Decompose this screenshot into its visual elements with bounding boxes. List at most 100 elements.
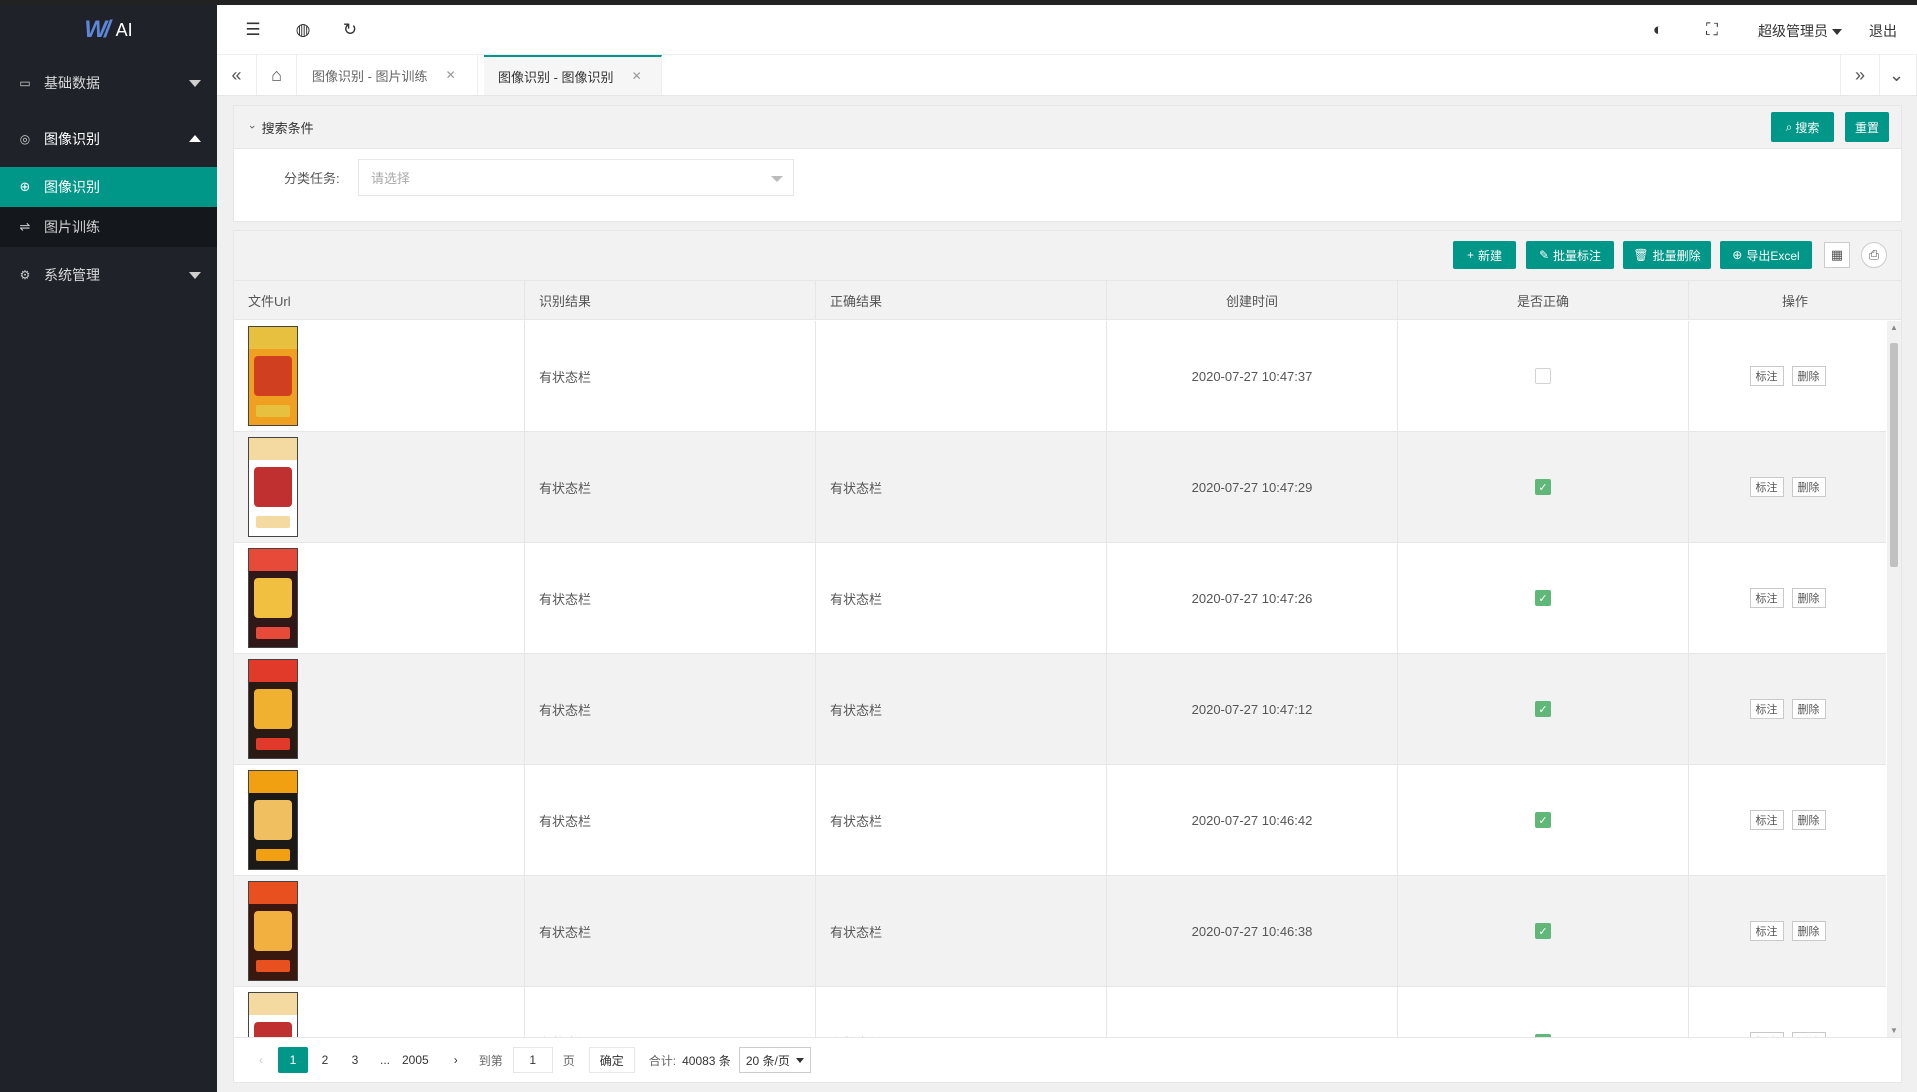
cell-correct: 有状态栏 [816,876,1107,986]
batch-delete-button[interactable]: 🗑 批量删除 [1623,241,1711,269]
menu-group-label: 系统管理 [44,267,100,283]
delete-button[interactable]: 删除 [1791,921,1826,941]
refresh-icon[interactable]: ↻ [339,19,361,41]
table-scrollbar[interactable]: ▲ ▼ [1887,321,1901,1037]
tab-image-training[interactable]: 图像识别 - 图片训练 ✕ [298,55,478,95]
tab-image-recognition[interactable]: 图像识别 - 图像识别 ✕ [484,55,662,95]
tabs-scroll-left-icon[interactable]: « [217,55,257,95]
scroll-thumb[interactable] [1890,343,1898,567]
chevron-down-icon [189,80,201,87]
label-button[interactable]: 标注 [1749,366,1784,386]
batch-label-button[interactable]: ✎ 批量标注 [1526,241,1614,269]
delete-button[interactable]: 删除 [1791,588,1826,608]
is-correct-checkbox[interactable]: ✓ [1535,812,1551,828]
page-size-select[interactable]: 20 条/页 [738,1047,811,1073]
close-icon[interactable]: ✕ [632,69,642,83]
table-toolbar: + 新建 ✎ 批量标注 🗑 批量删除 ⊕ 导出Excel ▦ ⎙ [234,231,1901,281]
delete-button[interactable]: 删除 [1791,366,1826,386]
table-row[interactable]: 有状态栏 有状态栏 2020-07-27 10:46:38 ✓ 标注 删除 [234,876,1886,987]
table-row[interactable]: 有状态栏有状态栏2020-07-27 10:46:37✓标注删除 [234,987,1886,1037]
next-page-icon[interactable]: › [443,1047,469,1073]
label-button[interactable]: 标注 [1749,810,1784,830]
thumbnail-part [249,549,297,571]
page-1[interactable]: 1 [278,1047,308,1073]
columns-icon[interactable]: ▦ [1824,242,1850,268]
column-header-file-url: 文件Url [234,281,525,320]
label-button[interactable]: 标注 [1749,588,1784,608]
menu-group-label: 图像识别 [44,131,100,147]
scroll-up-icon[interactable]: ▲ [1890,323,1898,332]
page-unit: 页 [562,1053,575,1068]
reset-button[interactable]: 重置 [1845,112,1889,142]
thumbnail-image[interactable] [248,992,298,1037]
is-correct-checkbox[interactable]: ✓ [1535,479,1551,495]
is-correct-checkbox[interactable]: ✓ [1535,590,1551,606]
batch-delete-button-label: 批量删除 [1652,248,1701,263]
table-row[interactable]: 有状态栏 有状态栏 2020-07-27 10:47:12 ✓ 标注 删除 [234,654,1886,765]
table-row[interactable]: 有状态栏 有状态栏 2020-07-27 10:46:42 ✓ 标注 删除 [234,765,1886,876]
table-row[interactable]: 有状态栏 有状态栏 2020-07-27 10:47:26 ✓ 标注 删除 [234,543,1886,654]
label-button[interactable]: 标注 [1749,477,1784,497]
close-icon[interactable]: ✕ [446,68,456,82]
cell-actions: 标注删除 [1689,432,1886,542]
print-icon[interactable]: ⎙ [1861,242,1887,268]
cell-actions: 标注删除 [1689,876,1886,986]
thumbnail-part [256,960,290,973]
thumbnail-image[interactable] [248,548,298,648]
table-row[interactable]: 有状态栏 有状态栏 2020-07-27 10:47:29 ✓ 标注 删除 [234,432,1886,543]
search-panel: › 搜索条件 ⌕ 搜索 重置 分类任务: 请选择 [233,105,1902,222]
search-panel-header[interactable]: › 搜索条件 ⌕ 搜索 重置 [234,106,1901,149]
folder-icon: ▭ [19,76,31,90]
cell-created-time: 2020-07-27 10:46:42 [1107,765,1398,875]
user-menu[interactable]: 超级管理员 [1758,21,1842,41]
column-header-correct: 正确结果 [816,281,1107,320]
search-button[interactable]: ⌕ 搜索 [1771,112,1834,142]
tabs-menu-icon[interactable]: ⌄ [1877,55,1917,95]
menu-group-image-recognition[interactable]: ◎ 图像识别 [0,111,217,167]
tabs-scroll-right-icon[interactable]: » [1840,55,1880,95]
menu-group-basic-data[interactable]: ▭ 基础数据 [0,55,217,111]
goto-confirm-button[interactable]: 确定 [588,1047,635,1073]
task-select[interactable]: 请选择 [358,159,794,196]
is-correct-checkbox[interactable]: ✓ [1535,923,1551,939]
thumbnail-image[interactable] [248,659,298,759]
thumbnail-image[interactable] [248,326,298,426]
page-last[interactable]: 2005 [402,1047,429,1073]
is-correct-checkbox[interactable]: ✓ [1535,701,1551,717]
chevron-down-icon [189,272,201,279]
add-button[interactable]: + 新建 [1453,241,1516,269]
table-row[interactable]: 有状态栏 2020-07-27 10:47:37 标注 删除 [234,321,1886,432]
page-3[interactable]: 3 [342,1047,368,1073]
label-button[interactable]: 标注 [1749,699,1784,719]
download-icon: ⊕ [1732,248,1743,262]
page-2[interactable]: 2 [312,1047,338,1073]
theme-icon[interactable]: ◐ [1647,19,1669,41]
fullscreen-icon[interactable]: ⛶ [1701,19,1723,41]
sidebar-item-image-recognition[interactable]: ⊕ 图像识别 [0,167,217,207]
home-icon[interactable]: ⌂ [257,55,297,95]
thumbnail-image[interactable] [248,437,298,537]
export-excel-button[interactable]: ⊕ 导出Excel [1720,241,1812,269]
delete-button[interactable]: 删除 [1791,699,1826,719]
menu-group-system[interactable]: ⚙ 系统管理 [0,247,217,303]
sidebar-item-image-training[interactable]: ⇌ 图片训练 [0,207,217,247]
thumbnail-image[interactable] [248,770,298,870]
prev-page-icon[interactable]: ‹ [248,1047,274,1073]
is-correct-checkbox[interactable] [1535,368,1551,384]
submenu: ⊕ 图像识别 ⇌ 图片训练 [0,167,217,247]
delete-button[interactable]: 删除 [1791,477,1826,497]
menu-toggle-icon[interactable]: ☰ [242,19,264,41]
cell-is-correct: ✓ [1398,987,1689,1037]
menu-group-label: 基础数据 [44,75,100,91]
column-header-is-correct: 是否正确 [1398,281,1689,320]
cell-correct: 有状态栏 [816,765,1107,875]
cell-created-time: 2020-07-27 10:47:12 [1107,654,1398,764]
delete-button[interactable]: 删除 [1791,810,1826,830]
thumbnail-image[interactable] [248,881,298,981]
globe-icon[interactable]: ◍ [292,19,314,41]
scroll-down-icon[interactable]: ▼ [1890,1026,1898,1035]
trash-icon: 🗑 [1633,248,1649,262]
goto-page-input[interactable]: 1 [512,1047,553,1073]
logout-link[interactable]: 退出 [1869,21,1897,41]
label-button[interactable]: 标注 [1749,921,1784,941]
